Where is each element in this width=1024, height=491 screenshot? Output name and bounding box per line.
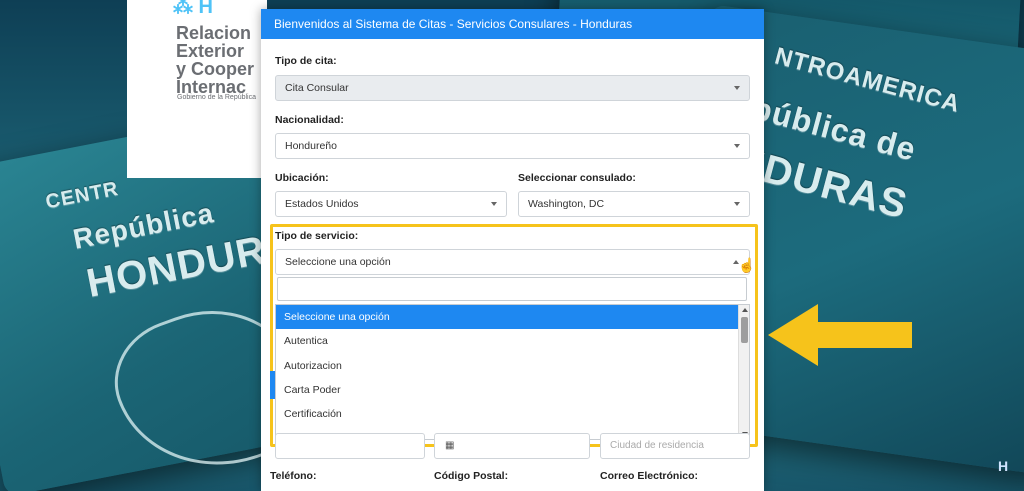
scroll-up-icon[interactable] (742, 308, 748, 312)
dropdown-caret-icon (734, 202, 740, 206)
modal-title: Bienvenidos al Sistema de Citas - Servic… (261, 9, 764, 39)
nacionalidad-label: Nacionalidad: (275, 114, 344, 126)
nacionalidad-select[interactable]: Hondureño (275, 133, 750, 159)
telefono-label: Teléfono: (270, 470, 317, 482)
ciudad-input[interactable]: Ciudad de residencia (600, 433, 750, 459)
scrollbar-thumb[interactable] (741, 317, 748, 343)
underlying-button-edge (270, 371, 275, 399)
consulado-label: Seleccionar consulado: (518, 172, 636, 184)
ubicacion-label: Ubicación: (275, 172, 329, 184)
calendar-icon: ▦ (445, 440, 455, 451)
tipo-cita-value: Cita Consular (285, 82, 349, 94)
codigo-postal-label: Código Postal: (434, 470, 509, 482)
service-option[interactable]: Certificación (276, 402, 749, 426)
ministry-logo-card: ⁂ H Relacion Exterior y Cooper Internac … (127, 0, 267, 178)
service-search-input[interactable] (277, 277, 747, 301)
tipo-servicio-value: Seleccione una opción (285, 256, 391, 268)
service-option[interactable]: Carta Poder (276, 378, 749, 402)
consulado-value: Washington, DC (528, 198, 605, 210)
ubicacion-select[interactable]: Estados Unidos (275, 191, 507, 217)
logo-government-caption: Gobierno de la República (177, 94, 256, 101)
channel-watermark: H (998, 458, 1009, 474)
dropdown-caret-icon (734, 86, 740, 90)
ciudad-placeholder: Ciudad de residencia (610, 440, 704, 451)
stars-logo-icon: ⁂ H (173, 0, 213, 18)
service-option[interactable]: Seleccione una opción (276, 305, 749, 330)
tipo-servicio-select[interactable]: Seleccione una opción (275, 249, 750, 275)
logo-text-line-3: y Cooper (176, 59, 255, 79)
service-options-list: Seleccione una opción Autentica Autoriza… (275, 304, 750, 440)
service-option[interactable]: Autorizacion (276, 354, 749, 378)
pointer-arrow-icon (768, 304, 912, 366)
correo-label: Correo Electrónico: (600, 470, 699, 482)
tipo-cita-select[interactable]: Cita Consular (275, 75, 750, 101)
options-scrollbar[interactable] (738, 305, 749, 439)
dropdown-caret-icon (491, 202, 497, 206)
hand-cursor-icon: ☝ (738, 257, 756, 273)
logo-text-line-2: Exterior (176, 41, 245, 61)
dropdown-caret-icon (734, 144, 740, 148)
appointment-modal: Bienvenidos al Sistema de Citas - Servic… (261, 9, 764, 491)
passport-left-line-1: CENTR (43, 177, 121, 214)
consulado-select[interactable]: Washington, DC (518, 191, 750, 217)
service-option[interactable]: Autentica (276, 329, 749, 353)
tipo-servicio-label: Tipo de servicio: (275, 230, 359, 242)
logo-text-line-1: Relacion (176, 23, 252, 43)
nacionalidad-value: Hondureño (285, 140, 337, 152)
tipo-cita-label: Tipo de cita: (275, 55, 337, 67)
ubicacion-value: Estados Unidos (285, 198, 359, 210)
underlying-input[interactable] (275, 433, 425, 459)
date-input[interactable]: ▦ (434, 433, 590, 459)
